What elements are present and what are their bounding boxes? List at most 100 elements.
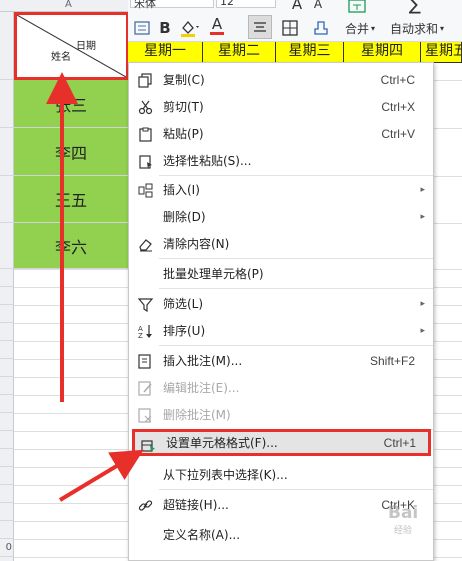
menu-item-8[interactable]: 筛选(L) ▸ (129, 290, 433, 317)
row-header[interactable] (0, 12, 14, 80)
row-header[interactable] (0, 269, 14, 287)
row-header[interactable] (0, 80, 14, 128)
row-header[interactable]: 0 (0, 539, 14, 557)
row-header[interactable] (0, 395, 14, 413)
menu-item-label: 复制(C) (163, 73, 205, 87)
menu-item-14[interactable]: 从下拉列表中选择(K)... (129, 461, 433, 488)
header-name-label: 姓名 (51, 52, 71, 63)
row-header[interactable] (0, 467, 14, 485)
paste-special-icon (137, 153, 153, 169)
bold-button[interactable]: B (156, 18, 174, 38)
autosum-dropdown-icon: ▾ (440, 23, 445, 33)
cell-name-3[interactable]: 王五 (14, 176, 129, 223)
row-header[interactable] (0, 413, 14, 431)
autosum-button[interactable]: 自动求和 ▾ (390, 18, 460, 38)
menu-item-icon-slot (137, 266, 153, 282)
menu-item-shortcut: Ctrl+V (381, 126, 415, 141)
menu-item-7[interactable]: 批量处理单元格(P) (129, 260, 433, 287)
font-name-box[interactable]: 宋体 (130, 0, 214, 10)
diagonal-line (17, 15, 126, 77)
menu-item-icon-slot (137, 527, 153, 543)
menu-item-label: 超链接(H)... (163, 498, 229, 512)
row-header[interactable] (0, 287, 14, 305)
row-header[interactable] (0, 305, 14, 323)
ribbon-toolbar: 宋体 12 A A B A 合并 ▾ ∑ 自动求和 ▾ (128, 0, 462, 42)
row-header[interactable] (0, 503, 14, 521)
row-header[interactable] (0, 128, 14, 176)
filter-icon (137, 296, 153, 312)
menu-item-label: 插入批注(M)... (163, 354, 243, 368)
menu-item-2[interactable]: 粘贴(P) Ctrl+V (129, 120, 433, 147)
link-icon (137, 497, 153, 513)
font-color-button[interactable]: A (206, 16, 228, 36)
merge-button[interactable]: 合并 ▾ (342, 18, 378, 38)
clear-format-button[interactable] (310, 18, 332, 38)
menu-item-12: 删除批注(M) (129, 401, 433, 428)
row-header[interactable]: 1 (0, 557, 14, 561)
menu-item-9[interactable]: A Z 排序(U) ▸ (129, 317, 433, 344)
header-cell-diagonal[interactable]: 日期 姓名 (14, 12, 129, 80)
menu-item-label: 清除内容(N) (163, 237, 230, 251)
border-button[interactable] (278, 18, 302, 38)
menu-item-shortcut: Ctrl+C (380, 72, 415, 87)
menu-item-label: 选择性粘贴(S)... (163, 154, 252, 168)
grow-font-button[interactable]: A (288, 0, 306, 14)
menu-item-label: 编辑批注(E)... (163, 381, 240, 395)
row-header[interactable] (0, 341, 14, 359)
row-header[interactable] (0, 223, 14, 269)
menu-item-label: 剪切(T) (163, 100, 204, 114)
menu-item-4[interactable]: 插入(I) ▸ (129, 176, 433, 203)
row-header[interactable] (0, 323, 14, 341)
cell-name-1[interactable]: 张三 (14, 80, 129, 128)
submenu-arrow-icon: ▸ (420, 325, 425, 336)
format-painter-icon (134, 21, 150, 35)
row-header[interactable] (0, 359, 14, 377)
edit-comment-icon (137, 380, 153, 396)
format-painter-button[interactable] (132, 18, 152, 38)
font-color-letter: A (211, 15, 223, 33)
row-header[interactable] (0, 449, 14, 467)
align-center-button[interactable] (248, 15, 272, 39)
column-a-letter[interactable]: A (65, 0, 72, 10)
fill-color-button[interactable] (178, 18, 202, 38)
menu-item-5[interactable]: 删除(D) ▸ (129, 203, 433, 230)
row-header[interactable] (0, 176, 14, 223)
eraser-icon (137, 236, 153, 252)
menu-item-10[interactable]: 插入批注(M)... Shift+F2 (129, 347, 433, 374)
row-header[interactable] (0, 431, 14, 449)
menu-item-shortcut: Ctrl+1 (383, 435, 416, 450)
sum-icon-button[interactable]: ∑ (404, 0, 426, 15)
context-menu: 复制(C) Ctrl+C 剪切(T) Ctrl+X 粘贴(P) Ctrl+V 选择性粘贴(S… (128, 62, 434, 561)
delete-comment-icon (137, 407, 153, 423)
shrink-font-button[interactable]: A (310, 0, 326, 14)
merge-icon (348, 0, 366, 13)
row-header[interactable] (0, 377, 14, 395)
menu-item-label: 设置单元格格式(F)... (166, 436, 278, 450)
cell-name-4[interactable]: 李六 (14, 223, 129, 269)
menu-item-11: 编辑批注(E)... (129, 374, 433, 401)
cell-name-2[interactable]: 李四 (14, 128, 129, 176)
font-size-box[interactable]: 12 (216, 0, 276, 8)
watermark: Bai 经验 (388, 503, 418, 536)
fill-color-icon (181, 20, 199, 37)
header-date-label: 日期 (76, 41, 96, 52)
insert-icon (137, 182, 153, 198)
insert-comment-icon (137, 353, 153, 369)
sort-icon: AZ (137, 323, 153, 339)
watermark-brand: Bai (388, 503, 419, 523)
menu-item-label: 批量处理单元格(P) (163, 267, 264, 281)
menu-item-1[interactable]: 剪切(T) Ctrl+X (129, 93, 433, 120)
row-header[interactable] (0, 521, 14, 539)
menu-separator (159, 258, 433, 259)
menu-item-3[interactable]: 选择性粘贴(S)... (129, 147, 433, 174)
row-header[interactable] (0, 485, 14, 503)
menu-item-shortcut: Shift+F2 (369, 353, 415, 368)
merge-icon-button[interactable] (346, 0, 368, 16)
align-center-icon (254, 22, 266, 32)
menu-item-icon-slot (137, 209, 153, 225)
font-color-bar (210, 32, 224, 35)
menu-item-6[interactable]: 清除内容(N) (129, 230, 433, 257)
menu-item-shortcut: Ctrl+X (381, 99, 415, 114)
menu-item-13[interactable]: 设置单元格格式(F)... Ctrl+1 (132, 429, 431, 456)
menu-item-0[interactable]: 复制(C) Ctrl+C (129, 66, 433, 93)
